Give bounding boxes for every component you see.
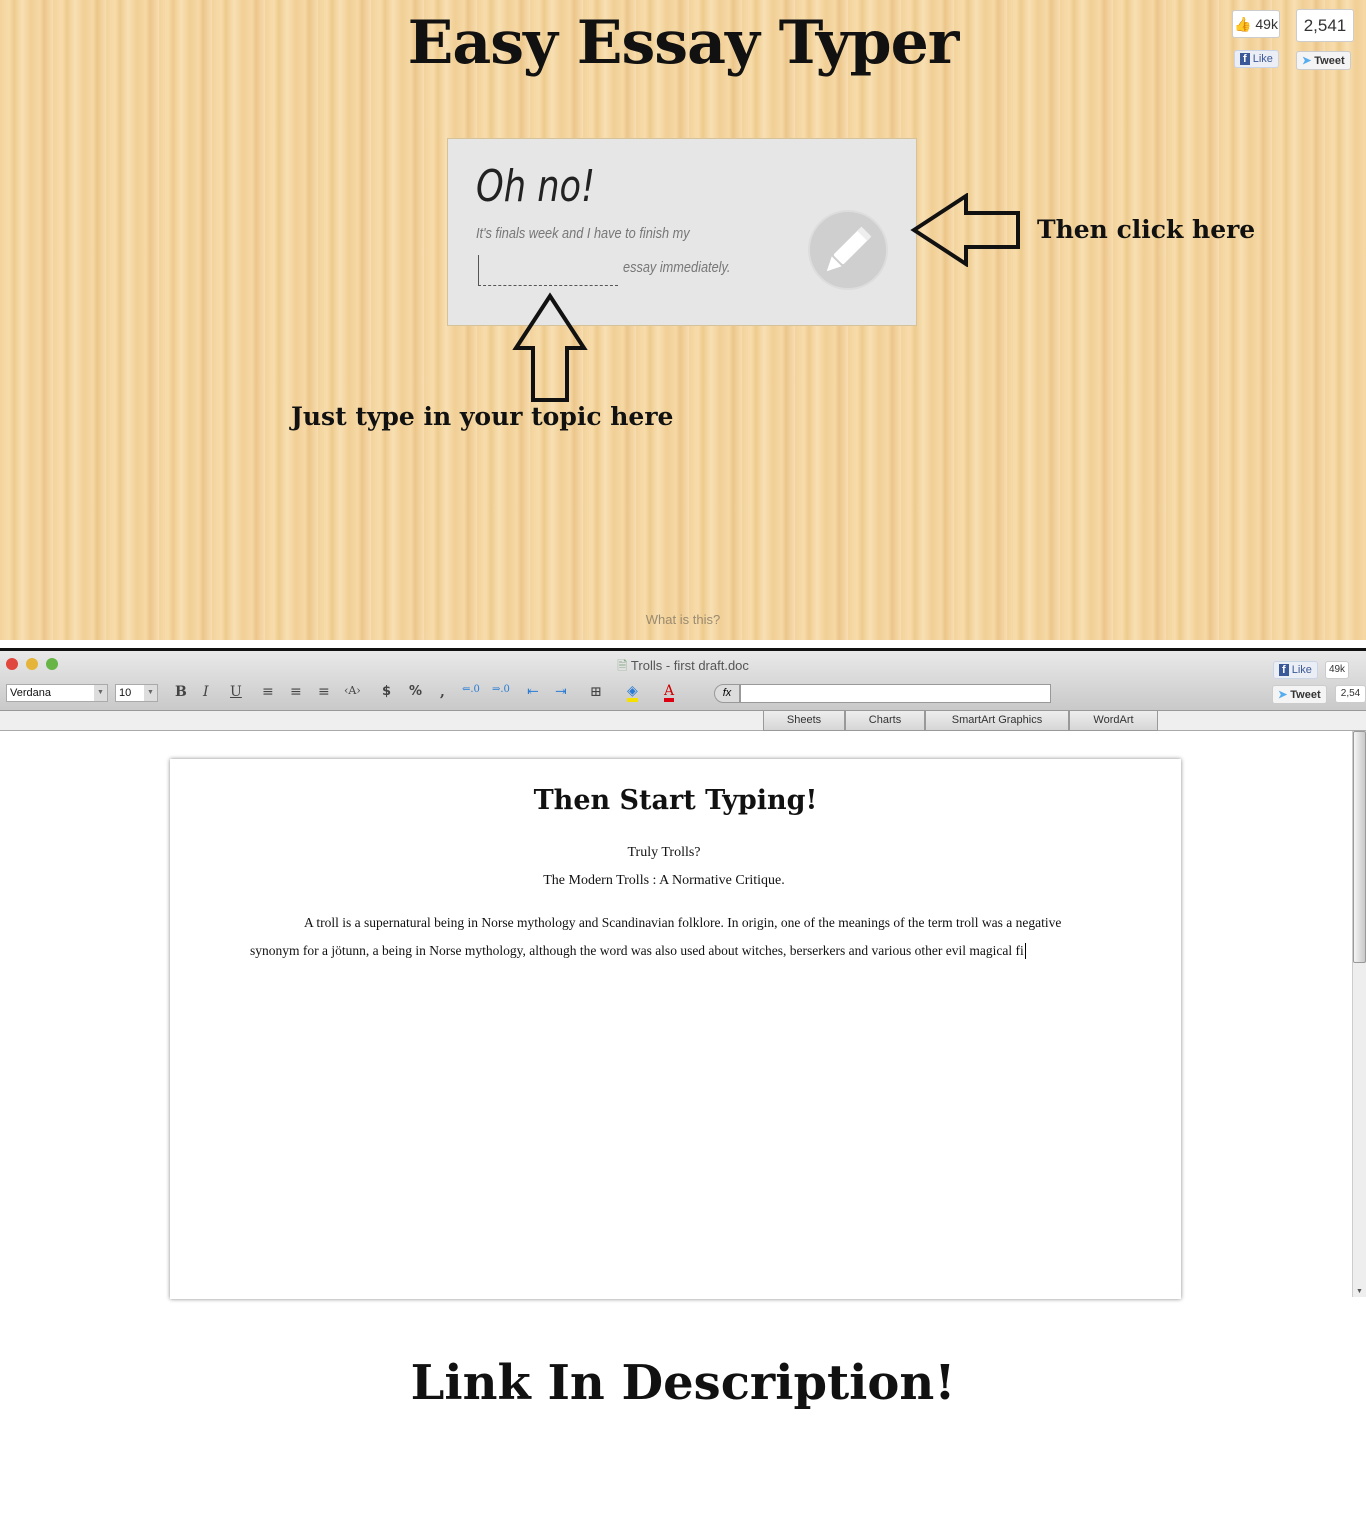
left-arrow-icon — [910, 193, 1020, 267]
align-right-icon[interactable]: ≡ — [318, 684, 330, 700]
tweet-button[interactable]: ➤ Tweet — [1296, 51, 1351, 70]
card-line-2: essay immediately. — [623, 259, 731, 276]
card-heading: Oh no! — [476, 161, 596, 212]
tab-wordart[interactable]: WordArt — [1069, 711, 1158, 731]
facebook-icon: f — [1279, 664, 1289, 676]
thumbs-up-icon: 👍 — [1234, 16, 1252, 32]
paragraph-line-1: A troll is a supernatural being in Norse… — [304, 915, 1062, 930]
align-center-icon[interactable]: ≡ — [290, 684, 302, 700]
font-color-icon[interactable]: A — [664, 684, 675, 702]
align-left-icon[interactable]: ≡ — [262, 684, 274, 700]
fill-color-icon[interactable]: ◈ — [627, 684, 638, 702]
font-size-value: 10 — [119, 687, 132, 699]
increase-decimal-icon[interactable]: ⇐.0 — [462, 684, 480, 695]
document-area: Then Start Typing! Truly Trolls? The Mod… — [0, 731, 1352, 1299]
like-label: Like — [1291, 664, 1312, 676]
click-callout: Then click here — [1037, 215, 1256, 244]
percent-button[interactable]: % — [409, 684, 422, 699]
facebook-like-count: 👍 49k — [1232, 10, 1280, 38]
decrease-indent-icon[interactable]: ⇤ — [527, 684, 539, 700]
document-page[interactable]: Then Start Typing! Truly Trolls? The Mod… — [170, 759, 1181, 1299]
tweet-label: Tweet — [1314, 55, 1345, 67]
chevron-down-icon: ▼ — [94, 685, 107, 701]
currency-button[interactable]: $ — [382, 684, 391, 699]
facebook-like-button[interactable]: f Like — [1234, 50, 1279, 68]
vertical-scrollbar[interactable]: ▼ — [1352, 731, 1366, 1297]
like-label: Like — [1252, 53, 1273, 65]
document-title: Truly Trolls? — [627, 845, 701, 860]
formula-input[interactable] — [740, 684, 1051, 703]
up-arrow-icon — [512, 292, 588, 402]
link-in-description: Link In Description! — [410, 1355, 956, 1411]
facebook-like-button[interactable]: f Like — [1273, 661, 1318, 679]
chevron-down-icon: ▼ — [144, 685, 157, 701]
type-callout: Just type in your topic here — [291, 402, 674, 431]
word-processor-window: 🗎 Trolls - first draft.doc Verdana ▼ 10 ▼ … — [0, 648, 1366, 1299]
document-heading: Then Start Typing! — [533, 785, 818, 816]
ribbon-tabs: Sheets Charts SmartArt Graphics WordArt — [0, 711, 1366, 731]
font-select[interactable]: Verdana ▼ — [6, 684, 108, 702]
italic-button[interactable]: I — [203, 684, 209, 700]
toolbar: 🗎 Trolls - first draft.doc Verdana ▼ 10 ▼ … — [0, 651, 1366, 711]
bold-button[interactable]: B — [175, 684, 187, 700]
font-value: Verdana — [10, 687, 51, 699]
tab-sheets[interactable]: Sheets — [763, 711, 845, 731]
document-icon: 🗎 — [617, 658, 628, 673]
increase-indent-icon[interactable]: ⇥ — [555, 684, 567, 700]
tweet-count: 2,54 — [1335, 685, 1366, 703]
tweet-button[interactable]: ➤ Tweet — [1272, 685, 1327, 704]
submit-button[interactable] — [808, 210, 888, 290]
like-count: 49k — [1255, 16, 1278, 32]
facebook-icon: f — [1240, 53, 1250, 65]
wrap-text-icon[interactable]: ‹A› — [344, 684, 361, 697]
page-title: Easy Essay Typer — [407, 8, 960, 78]
scroll-down-icon[interactable]: ▼ — [1356, 1288, 1363, 1295]
scrollbar-thumb[interactable] — [1353, 731, 1366, 963]
tweet-label: Tweet — [1290, 689, 1321, 701]
essay-typer-page: Easy Essay Typer 👍 49k f Like 2,541 ➤ Tw… — [0, 0, 1366, 640]
document-title: 🗎 Trolls - first draft.doc — [0, 657, 1366, 679]
twitter-bird-icon: ➤ — [1302, 55, 1312, 67]
font-size-select[interactable]: 10 ▼ — [115, 684, 158, 702]
what-is-this-link[interactable]: What is this? — [0, 612, 1366, 627]
borders-icon[interactable]: ⊞ — [590, 684, 602, 700]
underline-button[interactable]: U — [230, 684, 242, 700]
document-title-text: Trolls - first draft.doc — [630, 658, 749, 673]
like-count: 49k — [1325, 661, 1349, 679]
tweet-count: 2,541 — [1296, 9, 1354, 42]
decrease-decimal-icon[interactable]: ⇒.0 — [492, 684, 510, 695]
tab-charts[interactable]: Charts — [845, 711, 925, 731]
pencil-icon — [826, 226, 872, 272]
comma-button[interactable]: , — [440, 684, 445, 700]
card-line-1: It's finals week and I have to finish my — [476, 225, 690, 242]
topic-input[interactable] — [478, 255, 618, 286]
fx-icon: fx — [714, 684, 740, 703]
paragraph-line-2: synonym for a jötunn, a being in Norse m… — [250, 943, 1026, 959]
twitter-bird-icon: ➤ — [1278, 689, 1288, 701]
document-subtitle: The Modern Trolls : A Normative Critique… — [543, 873, 785, 888]
tab-smartart-graphics[interactable]: SmartArt Graphics — [925, 711, 1069, 731]
